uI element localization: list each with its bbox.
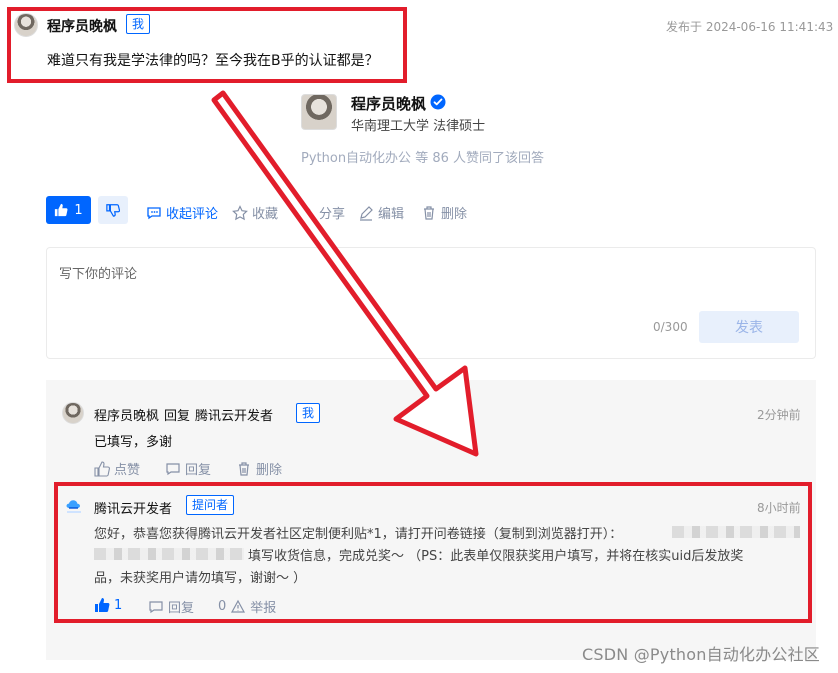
comment2-report-count: 0 [218,599,227,614]
comment2-reply-button[interactable]: 回复 [148,597,194,616]
thumbs-up-outline-icon [94,460,110,477]
trash-icon [424,205,434,220]
comment-char-count: 0/300 [653,320,688,334]
question-me-tag: 我 [126,14,151,34]
delete-button[interactable]: 删除 [421,203,467,222]
comment1-reply-word: 回复 [164,409,191,424]
edit-button[interactable]: 编辑 [358,203,404,222]
comment2-text-line1: 您好，恭喜您获得腾讯云开发者社区定制便利贴*1，请打开问卷链接（复制到浏览器打开… [94,527,623,542]
comment1-header: 程序员晚枫 回复 腾讯云开发者 [94,405,273,424]
comment-editor[interactable]: 写下你的评论 0/300 发表 [46,247,816,359]
comment1-avatar[interactable] [62,402,84,424]
delete-label: 删除 [441,207,468,222]
reply-icon [149,600,163,613]
share-icon [300,205,314,220]
question-published-time: 发布于 2024-06-16 11:41:43 [666,20,834,34]
answer-author-avatar[interactable] [301,94,337,130]
comment1-target[interactable]: 腾讯云开发者 [195,405,273,424]
upvote-count: 1 [74,202,83,218]
csdn-watermark: CSDN @Python自动化办公社区 [582,645,820,664]
verified-badge-icon [430,94,446,110]
comment2-time: 8小时前 [757,501,801,515]
tencent-cloud-logo-icon[interactable] [64,496,84,516]
downvote-button[interactable] [98,196,128,224]
collapse-comments-button[interactable]: 收起评论 [146,203,218,222]
comment1-me-tag: 我 [296,403,321,423]
comment2-author[interactable]: 腾讯云开发者 [94,498,172,517]
trash-icon [239,461,249,476]
comment2-text-line2: 填写收货信息，完成兑奖～ （PS：此表单仅限获奖用户填写，并将在核实uid后发放… [248,549,744,564]
question-author-avatar[interactable] [14,13,38,37]
star-icon [232,204,248,220]
comment2-reply-label: 回复 [168,601,195,616]
favorite-label: 收藏 [252,207,279,222]
question-author-name[interactable]: 程序员晚枫 [47,16,117,36]
comment-icon [147,206,161,219]
share-button[interactable]: 分享 [299,203,345,222]
comment2-text-line3: 品，未获奖用户请勿填写，谢谢～ ） [94,571,307,586]
comment1-author[interactable]: 程序员晚枫 [94,405,159,424]
upvote-button[interactable]: 1 [46,196,91,224]
comment1-reply-button[interactable]: 回复 [165,459,211,478]
share-label: 分享 [319,207,346,222]
comment1-delete-button[interactable]: 删除 [236,459,282,478]
reply-icon [166,462,180,475]
collapse-comments-label: 收起评论 [166,207,219,222]
answer-author-name[interactable]: 程序员晚枫 [351,93,426,114]
warning-icon [231,599,246,613]
question-text: 难道只有我是学法律的吗？至今我在B乎的认证都是？ [47,53,379,69]
redacted-link-part2 [94,548,244,560]
comment1-time: 2分钟前 [757,408,801,422]
comment1-text: 已填写，多谢 [94,435,173,450]
favorite-button[interactable]: 收藏 [232,203,278,222]
thumbs-down-icon [106,204,120,217]
thumbs-up-icon [55,203,68,217]
pencil-icon [360,205,373,221]
comment2-like-count: 1 [114,597,123,613]
comment2-report-button[interactable]: 0 举报 [218,597,276,616]
thumbs-up-filled-icon [95,598,110,612]
comment1-like-label: 点赞 [114,463,141,478]
redacted-link-part1 [672,526,800,538]
publish-comment-button[interactable]: 发表 [699,311,799,343]
edit-label: 编辑 [378,207,405,222]
answer-author-title: 华南理工大学 法律硕士 [351,119,486,134]
comment2-report-label: 举报 [250,601,277,616]
comment1-like-button[interactable]: 点赞 [94,459,140,478]
comment-placeholder[interactable]: 写下你的评论 [59,263,137,282]
comment2-asker-tag: 提问者 [186,495,235,515]
comment1-delete-label: 删除 [256,463,283,478]
approve-summary[interactable]: Python自动化办公 等 86 人赞同了该回答 [301,147,544,166]
comment1-reply-label: 回复 [185,463,212,478]
comment2-like-button[interactable]: 1 [94,597,122,613]
